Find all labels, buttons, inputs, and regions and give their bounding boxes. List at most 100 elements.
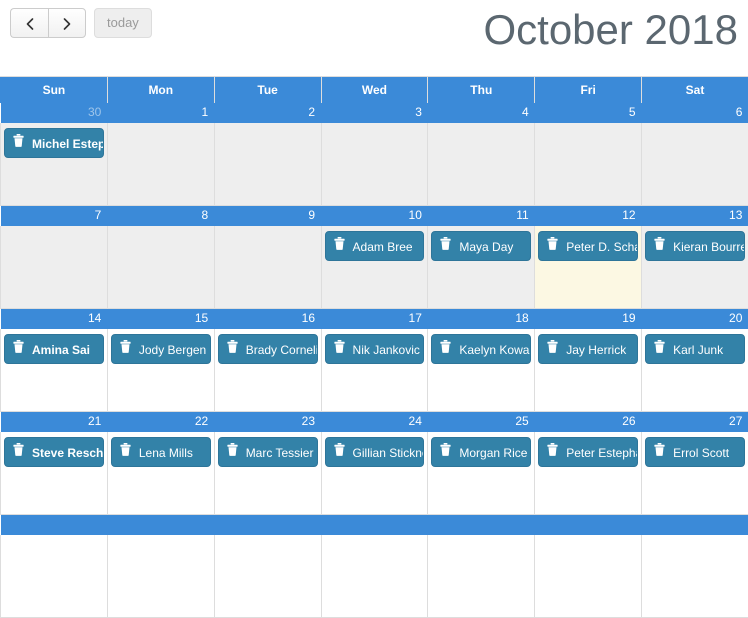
date-number-cell[interactable]: 25 (428, 412, 535, 433)
date-number-cell[interactable]: 19 (535, 309, 642, 330)
calendar-event[interactable]: Gillian Stickne (325, 437, 425, 467)
date-number-cell[interactable]: 2 (214, 103, 321, 123)
trash-icon[interactable] (654, 232, 665, 260)
day-cell[interactable]: Karl Junk (642, 329, 748, 412)
date-number-cell[interactable] (428, 515, 535, 536)
date-number-cell[interactable]: 21 (1, 412, 108, 433)
day-cell[interactable]: Morgan Rice (428, 432, 535, 515)
trash-icon[interactable] (654, 335, 665, 363)
calendar-event[interactable]: Michel Esteph (4, 128, 104, 158)
date-number-cell[interactable]: 8 (107, 206, 214, 227)
date-number-cell[interactable] (1, 515, 108, 536)
date-number-cell[interactable]: 10 (321, 206, 428, 227)
trash-icon[interactable] (440, 438, 451, 466)
calendar-event[interactable]: Morgan Rice (431, 437, 531, 467)
trash-icon[interactable] (334, 335, 345, 363)
day-cell-today[interactable]: Peter D. Schali (535, 226, 642, 309)
calendar-event[interactable]: Jay Herrick (538, 334, 638, 364)
day-cell[interactable]: Maya Day (428, 226, 535, 309)
date-number-cell[interactable]: 27 (642, 412, 748, 433)
day-cell[interactable] (642, 123, 748, 206)
date-number-cell[interactable] (535, 515, 642, 536)
date-number-cell[interactable]: 11 (428, 206, 535, 227)
date-number-cell[interactable]: 18 (428, 309, 535, 330)
day-cell[interactable]: Steve Reschko (1, 432, 108, 515)
date-number-cell[interactable]: 23 (214, 412, 321, 433)
day-cell[interactable] (214, 226, 321, 309)
trash-icon[interactable] (334, 232, 345, 260)
trash-icon[interactable] (547, 232, 558, 260)
day-cell[interactable] (1, 226, 108, 309)
date-number-cell[interactable]: 7 (1, 206, 108, 227)
day-cell[interactable]: Kieran Bourre (642, 226, 748, 309)
date-number-cell[interactable]: 5 (535, 103, 642, 123)
day-cell[interactable] (107, 123, 214, 206)
calendar-event[interactable]: Adam Bree (325, 231, 425, 261)
day-cell[interactable]: Brady Corneliu (214, 329, 321, 412)
trash-icon[interactable] (120, 335, 131, 363)
date-number-cell[interactable]: 14 (1, 309, 108, 330)
day-cell[interactable] (214, 123, 321, 206)
trash-icon[interactable] (654, 438, 665, 466)
calendar-event[interactable]: Lena Mills (111, 437, 211, 467)
day-cell[interactable]: Peter Estephan (535, 432, 642, 515)
trash-icon[interactable] (334, 438, 345, 466)
day-cell[interactable]: Michel Esteph (1, 123, 108, 206)
trash-icon[interactable] (13, 438, 24, 466)
date-number-cell[interactable]: 13 (642, 206, 748, 227)
day-cell[interactable] (428, 535, 535, 618)
day-cell[interactable] (107, 535, 214, 618)
date-number-cell[interactable]: 20 (642, 309, 748, 330)
date-number-cell[interactable]: 9 (214, 206, 321, 227)
prev-month-button[interactable] (10, 8, 48, 38)
day-cell[interactable]: Nik Jankovic (321, 329, 428, 412)
date-number-cell[interactable]: 15 (107, 309, 214, 330)
day-cell[interactable]: Amina Sai (1, 329, 108, 412)
trash-icon[interactable] (13, 129, 24, 157)
day-cell[interactable]: Adam Bree (321, 226, 428, 309)
day-cell[interactable] (535, 535, 642, 618)
calendar-event[interactable]: Kieran Bourre (645, 231, 745, 261)
trash-icon[interactable] (547, 335, 558, 363)
day-cell[interactable]: Errol Scott (642, 432, 748, 515)
date-number-cell[interactable]: 24 (321, 412, 428, 433)
day-cell[interactable] (642, 535, 748, 618)
day-cell[interactable]: Jody Bergen (107, 329, 214, 412)
calendar-event[interactable]: Peter D. Schali (538, 231, 638, 261)
day-cell[interactable] (321, 535, 428, 618)
day-cell[interactable]: Gillian Stickne (321, 432, 428, 515)
trash-icon[interactable] (120, 438, 131, 466)
day-cell[interactable] (214, 535, 321, 618)
calendar-event[interactable]: Steve Reschko (4, 437, 104, 467)
calendar-event[interactable]: Peter Estephan (538, 437, 638, 467)
date-number-cell[interactable]: 1 (107, 103, 214, 123)
day-cell[interactable] (1, 535, 108, 618)
calendar-event[interactable]: Errol Scott (645, 437, 745, 467)
day-cell[interactable]: Jay Herrick (535, 329, 642, 412)
calendar-event[interactable]: Amina Sai (4, 334, 104, 364)
day-cell[interactable] (428, 123, 535, 206)
date-number-cell[interactable]: 30 (1, 103, 108, 123)
day-cell[interactable]: Kaelyn Kowalc (428, 329, 535, 412)
trash-icon[interactable] (440, 335, 451, 363)
calendar-event[interactable]: Brady Corneliu (218, 334, 318, 364)
trash-icon[interactable] (547, 438, 558, 466)
date-number-cell[interactable]: 16 (214, 309, 321, 330)
date-number-cell[interactable]: 4 (428, 103, 535, 123)
calendar-event[interactable]: Kaelyn Kowalc (431, 334, 531, 364)
calendar-event[interactable]: Jody Bergen (111, 334, 211, 364)
trash-icon[interactable] (227, 335, 238, 363)
trash-icon[interactable] (227, 438, 238, 466)
date-number-cell[interactable] (214, 515, 321, 536)
date-number-cell[interactable] (107, 515, 214, 536)
date-number-cell[interactable]: 6 (642, 103, 748, 123)
next-month-button[interactable] (48, 8, 86, 38)
date-number-cell[interactable] (642, 515, 748, 536)
day-cell[interactable] (535, 123, 642, 206)
day-cell[interactable]: Marc Tessier (214, 432, 321, 515)
date-number-cell[interactable] (321, 515, 428, 536)
calendar-event[interactable]: Maya Day (431, 231, 531, 261)
date-number-cell[interactable]: 17 (321, 309, 428, 330)
day-cell[interactable] (321, 123, 428, 206)
day-cell[interactable]: Lena Mills (107, 432, 214, 515)
